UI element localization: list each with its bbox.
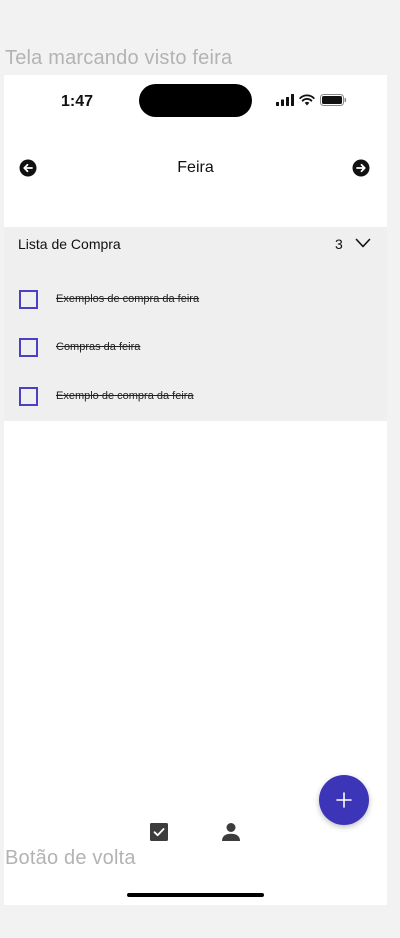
person-icon bbox=[222, 823, 240, 841]
phone-screen: 1:47 Feira Lista de Compra 3 Exemplos de… bbox=[4, 75, 387, 905]
item-label: Exemplos de compra da feira bbox=[56, 293, 200, 305]
shopping-list-section: Lista de Compra 3 Exemplos de compra da … bbox=[4, 227, 387, 421]
page-title: Feira bbox=[177, 159, 214, 176]
list-title: Lista de Compra bbox=[18, 236, 121, 252]
list-item: Exemplo de compra da feira bbox=[4, 384, 387, 414]
item-checkbox[interactable] bbox=[19, 387, 38, 406]
tab-profile[interactable] bbox=[219, 820, 243, 844]
status-icons bbox=[276, 92, 347, 108]
forward-button[interactable] bbox=[352, 159, 370, 177]
list-item: Exemplos de compra da feira bbox=[4, 287, 387, 317]
home-indicator[interactable] bbox=[127, 893, 264, 897]
list-count-badge: 3 bbox=[335, 236, 343, 252]
battery-icon bbox=[320, 94, 347, 106]
signal-bars-icon bbox=[276, 94, 294, 106]
dynamic-island bbox=[139, 84, 252, 117]
frame-caption: Botão de volta bbox=[5, 847, 136, 869]
status-time: 1:47 bbox=[61, 93, 94, 110]
frame-title: Tela marcando visto feira bbox=[5, 47, 233, 69]
list-header-toggle[interactable]: Lista de Compra 3 bbox=[4, 227, 387, 261]
wifi-icon bbox=[299, 94, 315, 106]
item-label: Exemplo de compra da feira bbox=[56, 390, 194, 402]
chevron-down-icon[interactable] bbox=[355, 237, 371, 249]
tab-tasks[interactable] bbox=[147, 820, 171, 844]
add-item-button[interactable] bbox=[319, 775, 369, 825]
item-checkbox[interactable] bbox=[19, 290, 38, 309]
list-item: Compras da feira bbox=[4, 335, 387, 365]
item-checkbox[interactable] bbox=[19, 338, 38, 357]
plus-icon bbox=[336, 792, 352, 808]
item-label: Compras da feira bbox=[56, 341, 141, 353]
check-square-icon bbox=[150, 823, 168, 841]
